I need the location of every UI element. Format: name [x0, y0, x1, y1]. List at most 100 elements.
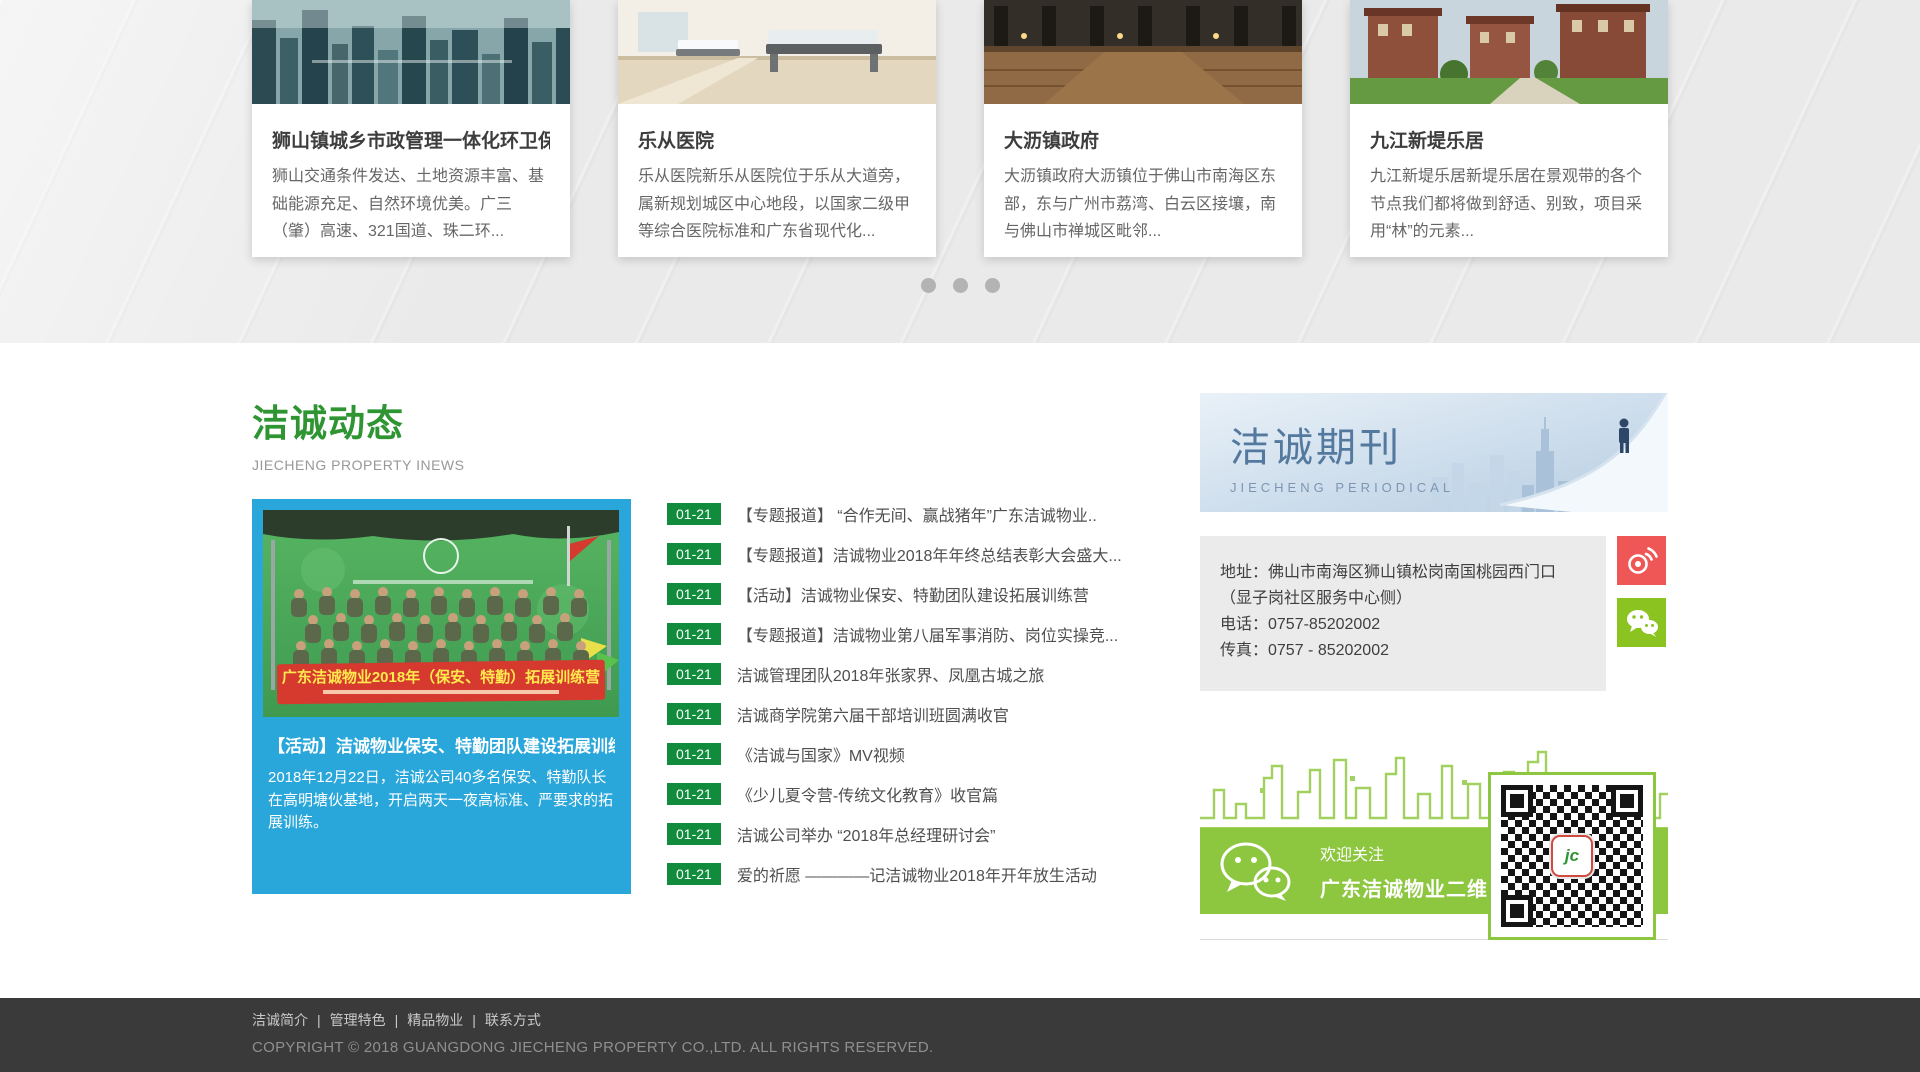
news-list-item[interactable]: 01-21 【专题报道】洁诚物业2018年年终总结表彰大会盛大... — [667, 534, 1167, 574]
weibo-button[interactable] — [1617, 536, 1666, 585]
project-card-body: 乐从医院 乐从医院新乐从医院位于乐从大道旁，属新规划城区中心地段，以国家二级甲等… — [618, 104, 936, 247]
photo-banner-text: 广东洁诚物业2018年（保安、特勤）拓展训练营 — [282, 668, 600, 686]
project-card-description: 大沥镇政府大沥镇位于佛山市南海区东部，东与广州市荔湾、白云区接壤，南与佛山市禅城… — [1004, 163, 1282, 247]
jiecheng-property-homepage: 狮山镇城乡市政管理一体化环卫保洁 狮山交通条件发达、土地资源丰富、基础能源充足、… — [0, 0, 1920, 1072]
project-card-body: 狮山镇城乡市政管理一体化环卫保洁 狮山交通条件发达、土地资源丰富、基础能源充足、… — [252, 104, 570, 247]
project-card-shishan[interactable]: 狮山镇城乡市政管理一体化环卫保洁 狮山交通条件发达、土地资源丰富、基础能源充足、… — [252, 0, 570, 257]
carousel-pagination — [0, 257, 1920, 293]
footer-separator: | — [386, 1012, 408, 1028]
project-card-image — [1350, 0, 1668, 104]
project-carousel: 狮山镇城乡市政管理一体化环卫保洁 狮山交通条件发达、土地资源丰富、基础能源充足、… — [0, 0, 1920, 343]
news-list-item[interactable]: 01-21 【活动】洁诚物业保安、特勤团队建设拓展训练营 — [667, 574, 1167, 614]
wechat-outline-icon — [1218, 840, 1294, 902]
periodical-banner-text: 洁诚期刊 JIECHENG PERIODICAL — [1230, 415, 1454, 495]
footer-copyright: COPYRIGHT © 2018 GUANGDONG JIECHENG PROP… — [252, 1039, 1668, 1056]
periodical-title: 洁诚期刊 — [1230, 415, 1454, 473]
wechat-button[interactable] — [1617, 598, 1666, 647]
news-list-item[interactable]: 01-21 洁诚管理团队2018年张家界、凤凰古城之旅 — [667, 654, 1167, 694]
project-card-title: 狮山镇城乡市政管理一体化环卫保洁 — [272, 126, 550, 153]
news-date-badge: 01-21 — [667, 623, 721, 645]
news-date-badge: 01-21 — [667, 823, 721, 845]
wechat-follow-line2: 广东洁诚物业二维码 — [1320, 873, 1509, 902]
footer: 洁诚简介|管理特色|精品物业|联系方式 COPYRIGHT © 2018 GUA… — [0, 998, 1920, 1072]
news-list-item[interactable]: 01-21 【专题报道】洁诚物业第八届军事消防、岗位实操竞... — [667, 614, 1167, 654]
carousel-dot-2[interactable] — [953, 278, 968, 293]
news-item-title[interactable]: 【活动】洁诚物业保安、特勤团队建设拓展训练营 — [737, 582, 1089, 606]
contact-info-box: 地址：佛山市南海区狮山镇松岗南国桃园西门口 （显子岗社区服务中心侧） 电话：07… — [1200, 536, 1606, 691]
news-item-title[interactable]: 《少儿夏令营-传统文化教育》收官篇 — [737, 782, 998, 806]
news-list: 01-21 【专题报道】 “合作无间、赢战猪年”广东洁诚物业.. 01-21 【… — [667, 494, 1167, 894]
news-date-badge: 01-21 — [667, 783, 721, 805]
carousel-dot-1[interactable] — [921, 278, 936, 293]
news-list-item[interactable]: 01-21 爱的祈愿 ————记洁诚物业2018年开年放生活动 — [667, 854, 1167, 894]
qr-finder-pattern — [1501, 895, 1533, 927]
news-container: 洁诚动态 JIECHENG PROPERTY INEWS — [252, 393, 1668, 998]
featured-news-photo: 广东洁诚物业2018年（保安、特勤）拓展训练营 — [263, 510, 620, 717]
news-date-badge: 01-21 — [667, 503, 721, 525]
news-item-title[interactable]: 洁诚商学院第六届干部培训班圆满收官 — [737, 702, 1009, 726]
featured-news-summary: 2018年12月22日，洁诚公司40多名保安、特勤队长在高明塘伙基地，开启两天一… — [268, 767, 615, 835]
project-card-dali-government[interactable]: 大沥镇政府 大沥镇政府大沥镇位于佛山市南海区东部，东与广州市荔湾、白云区接壤，南… — [984, 0, 1302, 257]
wechat-follow-line1: 欢迎关注 — [1320, 841, 1509, 865]
footer-link-properties[interactable]: 精品物业 — [407, 1012, 463, 1028]
wechat-follow-text: 欢迎关注 广东洁诚物业二维码 — [1320, 841, 1509, 902]
contact-fax: 传真：0757 - 85202002 — [1220, 638, 1586, 664]
qr-finder-pattern — [1501, 785, 1533, 817]
news-date-badge: 01-21 — [667, 663, 721, 685]
project-card-jiujiang-xindileju[interactable]: 九江新堤乐居 九江新堤乐居新堤乐居在景观带的各个节点我们都将做到舒适、别致，项目… — [1350, 0, 1668, 257]
news-list-item[interactable]: 01-21 《洁诚与国家》MV视频 — [667, 734, 1167, 774]
wechat-icon — [1625, 607, 1659, 639]
wechat-qr-section: 欢迎关注 广东洁诚物业二维码 jc — [1200, 736, 1668, 940]
residential-estate-illustration — [1350, 0, 1668, 104]
project-card-image — [252, 0, 570, 104]
project-card-image — [984, 0, 1302, 104]
training-camp-group-photo: 广东洁诚物业2018年（保安、特勤）拓展训练营 — [263, 510, 619, 717]
news-list-item[interactable]: 01-21 《少儿夏令营-传统文化教育》收官篇 — [667, 774, 1167, 814]
footer-separator: | — [463, 1012, 485, 1028]
footer-link-about[interactable]: 洁诚简介 — [252, 1012, 308, 1028]
project-card-lecong-hospital[interactable]: 乐从医院 乐从医院新乐从医院位于乐从大道旁，属新规划城区中心地段，以国家二级甲等… — [618, 0, 936, 257]
footer-link-management[interactable]: 管理特色 — [330, 1012, 386, 1028]
project-card-description: 狮山交通条件发达、土地资源丰富、基础能源充足、自然环境优美。广三（肇）高速、32… — [272, 163, 550, 247]
project-card-description: 乐从医院新乐从医院位于乐从大道旁，属新规划城区中心地段，以国家二级甲等综合医院标… — [638, 163, 916, 247]
news-date-badge: 01-21 — [667, 583, 721, 605]
news-item-title[interactable]: 洁诚管理团队2018年张家界、凤凰古城之旅 — [737, 662, 1045, 686]
footer-link-contact[interactable]: 联系方式 — [485, 1012, 541, 1028]
featured-news-title: 【活动】洁诚物业保安、特勤团队建设拓展训练营 — [268, 732, 615, 757]
project-card-title: 乐从医院 — [638, 126, 916, 153]
contact-row: 地址：佛山市南海区狮山镇松岗南国桃园西门口 （显子岗社区服务中心侧） 电话：07… — [1200, 536, 1668, 691]
contact-phone: 电话：0757-85202002 — [1220, 612, 1586, 638]
news-section: 洁诚动态 JIECHENG PROPERTY INEWS — [0, 343, 1920, 998]
project-cards: 狮山镇城乡市政管理一体化环卫保洁 狮山交通条件发达、土地资源丰富、基础能源充足、… — [252, 0, 1668, 257]
news-item-title[interactable]: 【专题报道】 “合作无间、赢战猪年”广东洁诚物业.. — [737, 502, 1097, 526]
news-item-title[interactable]: 【专题报道】洁诚物业2018年年终总结表彰大会盛大... — [737, 542, 1122, 566]
weibo-icon — [1626, 545, 1658, 577]
news-date-badge: 01-21 — [667, 543, 721, 565]
social-links — [1617, 536, 1666, 691]
news-list-item[interactable]: 01-21 洁诚公司举办 “2018年总经理研讨会” — [667, 814, 1167, 854]
sidebar: 洁诚期刊 JIECHENG PERIODICAL 地址：佛山市南海区狮山镇松岗南… — [1200, 393, 1668, 940]
footer-inner: 洁诚简介|管理特色|精品物业|联系方式 COPYRIGHT © 2018 GUA… — [252, 998, 1668, 1056]
news-date-badge: 01-21 — [667, 703, 721, 725]
news-item-title[interactable]: 洁诚公司举办 “2018年总经理研讨会” — [737, 822, 996, 846]
qr-finder-pattern — [1611, 785, 1643, 817]
featured-news-text: 【活动】洁诚物业保安、特勤团队建设拓展训练营 2018年12月22日，洁诚公司4… — [252, 728, 631, 853]
project-card-image — [618, 0, 936, 104]
news-item-title[interactable]: 《洁诚与国家》MV视频 — [737, 742, 905, 766]
contact-address-line1: 地址：佛山市南海区狮山镇松岗南国桃园西门口 — [1220, 560, 1586, 586]
news-item-title[interactable]: 【专题报道】洁诚物业第八届军事消防、岗位实操竞... — [737, 622, 1118, 646]
news-item-title[interactable]: 爱的祈愿 ————记洁诚物业2018年开年放生活动 — [737, 862, 1097, 886]
news-date-badge: 01-21 — [667, 743, 721, 765]
news-list-item[interactable]: 01-21 【专题报道】 “合作无间、赢战猪年”广东洁诚物业.. — [667, 494, 1167, 534]
government-plaza-illustration — [984, 0, 1302, 104]
qr-code-image: jc — [1501, 785, 1643, 927]
footer-links: 洁诚简介|管理特色|精品物业|联系方式 — [252, 1010, 1668, 1030]
company-logo: jc — [1551, 835, 1593, 877]
featured-news-card[interactable]: 广东洁诚物业2018年（保安、特勤）拓展训练营 【活动】洁诚物业保安、特勤团队建… — [252, 499, 631, 894]
periodical-banner[interactable]: 洁诚期刊 JIECHENG PERIODICAL — [1200, 393, 1668, 512]
news-list-item[interactable]: 01-21 洁诚商学院第六届干部培训班圆满收官 — [667, 694, 1167, 734]
project-card-description: 九江新堤乐居新堤乐居在景观带的各个节点我们都将做到舒适、别致，项目采用“林”的元… — [1370, 163, 1648, 247]
periodical-subtitle: JIECHENG PERIODICAL — [1230, 480, 1454, 495]
contact-address-line2: （显子岗社区服务中心侧） — [1220, 586, 1586, 612]
carousel-dot-3[interactable] — [985, 278, 1000, 293]
